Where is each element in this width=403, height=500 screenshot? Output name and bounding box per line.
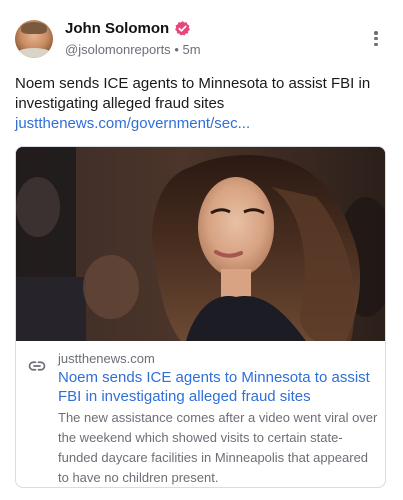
post-link[interactable]: justthenews.com/government/sec...	[15, 115, 250, 132]
author-handle[interactable]: @jsolomonreports	[65, 42, 171, 57]
link-icon	[28, 361, 46, 371]
avatar[interactable]	[15, 20, 53, 58]
handle-separator: •	[174, 42, 179, 57]
thumbnail-photo	[16, 147, 385, 341]
handle-row: @jsolomonreports • 5m	[65, 42, 201, 57]
author-name[interactable]: John Solomon	[65, 20, 169, 37]
avatar-hair	[21, 22, 47, 34]
more-options-icon[interactable]	[371, 31, 381, 49]
post-text: Noem sends ICE agents to Minnesota to as…	[15, 74, 387, 134]
link-card-thumbnail[interactable]	[16, 147, 385, 341]
post: John Solomon @jsolomonreports • 5m Noem …	[0, 0, 403, 500]
link-card-description: The new assistance comes after a video w…	[58, 410, 378, 485]
link-card-title[interactable]: Noem sends ICE agents to Minnesota to as…	[58, 368, 380, 406]
verified-badge-icon	[175, 21, 191, 36]
post-body: Noem sends ICE agents to Minnesota to as…	[15, 75, 371, 112]
link-card-domain: justthenews.com	[58, 351, 155, 366]
author-row: John Solomon	[65, 20, 191, 37]
avatar-shirt	[15, 48, 53, 58]
link-card[interactable]: justthenews.com Noem sends ICE agents to…	[15, 146, 386, 488]
post-time[interactable]: 5m	[183, 42, 201, 57]
